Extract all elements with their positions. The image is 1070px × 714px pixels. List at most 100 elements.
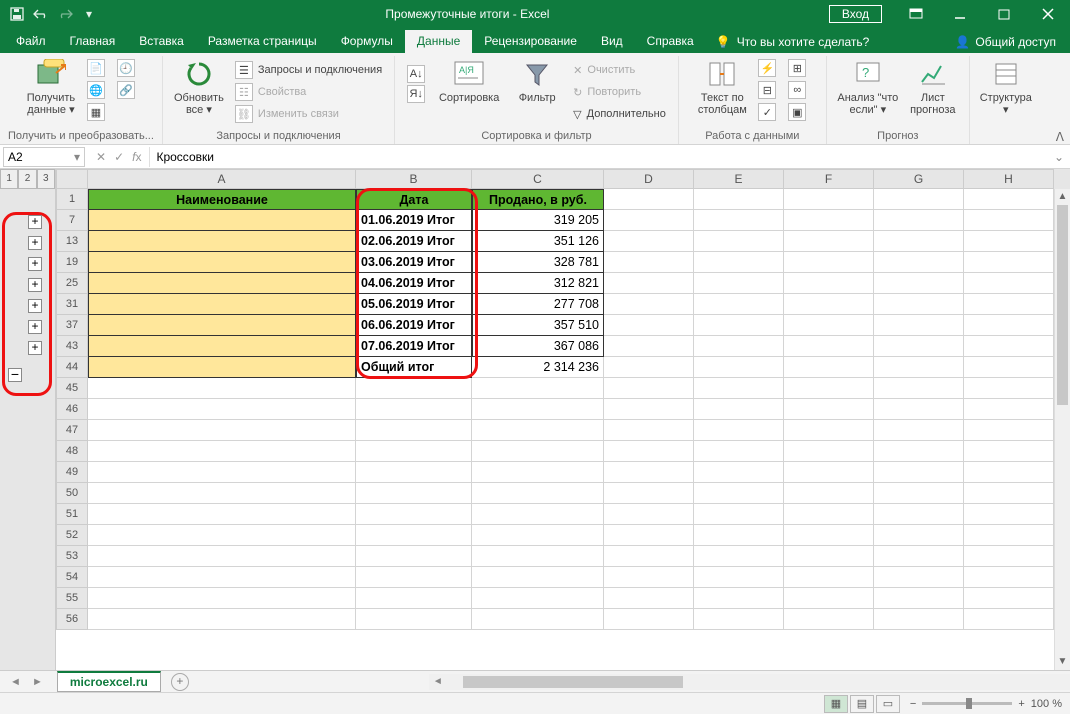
maximize-icon[interactable] bbox=[982, 0, 1026, 28]
get-data-button[interactable]: Получить данные ▾ bbox=[23, 58, 79, 116]
cell[interactable]: 06.06.2019 Итог bbox=[356, 315, 472, 336]
minimize-icon[interactable] bbox=[938, 0, 982, 28]
fx-icon[interactable]: fx bbox=[132, 150, 141, 164]
expand-formula-icon[interactable]: ⌄ bbox=[1048, 150, 1070, 164]
cell[interactable] bbox=[784, 588, 874, 609]
cell[interactable] bbox=[964, 483, 1054, 504]
row-head[interactable]: 53 bbox=[56, 546, 88, 567]
cell[interactable] bbox=[604, 210, 694, 231]
cell[interactable]: 357 510 bbox=[472, 315, 604, 336]
cell[interactable]: 367 086 bbox=[472, 336, 604, 357]
row-head[interactable]: 37 bbox=[56, 315, 88, 336]
cell[interactable] bbox=[604, 567, 694, 588]
cell[interactable] bbox=[964, 210, 1054, 231]
cell[interactable] bbox=[694, 252, 784, 273]
row-head[interactable]: 7 bbox=[56, 210, 88, 231]
cell[interactable]: 312 821 bbox=[472, 273, 604, 294]
forecast-button[interactable]: Лист прогноза bbox=[905, 58, 961, 116]
cell[interactable] bbox=[88, 483, 356, 504]
cell[interactable]: 07.06.2019 Итог bbox=[356, 336, 472, 357]
cell[interactable] bbox=[604, 357, 694, 378]
from-text-icon[interactable]: 📄 bbox=[83, 58, 109, 78]
cell[interactable] bbox=[472, 378, 604, 399]
cell[interactable] bbox=[356, 546, 472, 567]
cell[interactable] bbox=[964, 294, 1054, 315]
tab-review[interactable]: Рецензирование bbox=[472, 30, 589, 53]
undo-icon[interactable] bbox=[32, 4, 50, 24]
cell[interactable] bbox=[694, 525, 784, 546]
cell[interactable] bbox=[604, 441, 694, 462]
cell[interactable] bbox=[964, 189, 1054, 210]
column-head[interactable]: D bbox=[604, 169, 694, 189]
cell[interactable] bbox=[604, 273, 694, 294]
share-button[interactable]: 👤Общий доступ bbox=[945, 31, 1066, 53]
outline-button[interactable]: Структура ▾ bbox=[978, 58, 1034, 116]
cell[interactable] bbox=[874, 525, 964, 546]
cell[interactable] bbox=[874, 609, 964, 630]
cell[interactable] bbox=[964, 357, 1054, 378]
page-break-view-icon[interactable]: ▭ bbox=[876, 695, 900, 713]
sheet-tab[interactable]: microexcel.ru bbox=[57, 671, 161, 692]
cell[interactable] bbox=[472, 525, 604, 546]
cancel-formula-icon[interactable]: ✕ bbox=[96, 150, 106, 164]
column-head[interactable]: E bbox=[694, 169, 784, 189]
cell[interactable] bbox=[784, 609, 874, 630]
cell[interactable] bbox=[604, 609, 694, 630]
cell[interactable] bbox=[874, 399, 964, 420]
cell[interactable] bbox=[784, 525, 874, 546]
enter-formula-icon[interactable]: ✓ bbox=[114, 150, 124, 164]
scroll-down-icon[interactable]: ▼ bbox=[1055, 654, 1070, 670]
cell[interactable] bbox=[874, 357, 964, 378]
cell[interactable] bbox=[694, 609, 784, 630]
recent-sources-icon[interactable]: 🕘 bbox=[113, 58, 139, 78]
cell[interactable] bbox=[874, 315, 964, 336]
cell[interactable] bbox=[964, 336, 1054, 357]
cell[interactable] bbox=[604, 462, 694, 483]
cell[interactable]: 277 708 bbox=[472, 294, 604, 315]
cell[interactable] bbox=[694, 231, 784, 252]
cell[interactable] bbox=[874, 189, 964, 210]
cell[interactable] bbox=[472, 399, 604, 420]
cell[interactable] bbox=[694, 504, 784, 525]
data-validation-icon[interactable]: ✓ bbox=[754, 102, 780, 122]
cell[interactable]: 05.06.2019 Итог bbox=[356, 294, 472, 315]
cell[interactable] bbox=[694, 210, 784, 231]
cell[interactable] bbox=[88, 231, 356, 252]
outline-level-2[interactable]: 2 bbox=[18, 169, 36, 189]
row-head[interactable]: 46 bbox=[56, 399, 88, 420]
cell[interactable] bbox=[356, 462, 472, 483]
relationships-icon[interactable]: ∞ bbox=[784, 80, 810, 100]
outline-expand[interactable]: + bbox=[28, 257, 42, 271]
cell[interactable] bbox=[604, 336, 694, 357]
outline-collapse[interactable]: − bbox=[8, 368, 22, 382]
tab-home[interactable]: Главная bbox=[58, 30, 128, 53]
cell[interactable] bbox=[88, 504, 356, 525]
cell[interactable] bbox=[874, 252, 964, 273]
row-head[interactable]: 31 bbox=[56, 294, 88, 315]
cell[interactable] bbox=[88, 609, 356, 630]
cell[interactable]: 02.06.2019 Итог bbox=[356, 231, 472, 252]
cell[interactable] bbox=[964, 420, 1054, 441]
cell[interactable] bbox=[604, 399, 694, 420]
cell[interactable] bbox=[784, 378, 874, 399]
row-head[interactable]: 13 bbox=[56, 231, 88, 252]
consolidate-icon[interactable]: ⊞ bbox=[784, 58, 810, 78]
row-head[interactable]: 54 bbox=[56, 567, 88, 588]
horizontal-scrollbar[interactable]: ◄ bbox=[429, 674, 1070, 690]
save-icon[interactable] bbox=[8, 4, 26, 24]
cell[interactable] bbox=[784, 441, 874, 462]
cell[interactable] bbox=[784, 399, 874, 420]
row-head[interactable]: 51 bbox=[56, 504, 88, 525]
outline-expand[interactable]: + bbox=[28, 320, 42, 334]
cell[interactable] bbox=[604, 525, 694, 546]
column-head[interactable]: A bbox=[88, 169, 356, 189]
cell[interactable] bbox=[694, 483, 784, 504]
zoom-out-icon[interactable]: − bbox=[910, 698, 916, 710]
cell[interactable] bbox=[356, 483, 472, 504]
cell[interactable] bbox=[964, 273, 1054, 294]
ribbon-display-icon[interactable] bbox=[894, 0, 938, 28]
cell[interactable] bbox=[472, 462, 604, 483]
name-box[interactable]: A2▾ bbox=[3, 147, 85, 167]
cell[interactable] bbox=[356, 441, 472, 462]
cell[interactable]: Общий итог bbox=[356, 357, 472, 378]
